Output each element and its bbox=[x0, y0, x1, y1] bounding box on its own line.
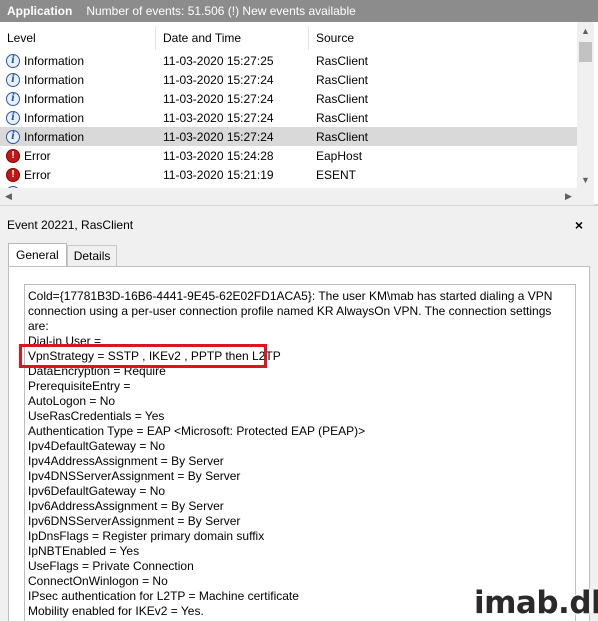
error-icon: ! bbox=[6, 167, 20, 182]
information-icon: i bbox=[6, 91, 20, 106]
row-date: 11-03-2020 15:27:24 bbox=[163, 72, 274, 87]
row-date: 11-03-2020 15:27:24 bbox=[163, 129, 274, 144]
row-source: ESENT bbox=[316, 167, 357, 182]
row-source: RasClient bbox=[316, 129, 369, 144]
scrollbar-corner bbox=[577, 188, 594, 205]
row-source: EapHost bbox=[316, 148, 363, 163]
row-level: ! Error bbox=[0, 167, 155, 182]
row-level: ! Error bbox=[0, 148, 155, 163]
detail-tabs: General Details bbox=[8, 243, 118, 267]
description-line: IpDnsFlags = Register primary domain suf… bbox=[28, 529, 265, 543]
description-line: Ipv4AddressAssignment = By Server bbox=[28, 454, 224, 468]
description-line: Authentication Type = EAP <Microsoft: Pr… bbox=[28, 424, 366, 438]
description-line: Ipv4DNSServerAssignment = By Server bbox=[28, 469, 241, 483]
pane-splitter[interactable] bbox=[0, 205, 598, 212]
row-source: RasClient bbox=[316, 72, 369, 87]
row-date: 11-03-2020 15:27:24 bbox=[163, 110, 274, 125]
scroll-down-icon[interactable]: ▼ bbox=[577, 171, 594, 188]
event-detail-title: Event 20221, RasClient bbox=[7, 218, 134, 232]
description-line: UseRasCredentials = Yes bbox=[28, 409, 165, 423]
row-level-label: Information bbox=[24, 129, 85, 144]
table-row[interactable]: i Information 11-03-2020 15:27:24 RasClient bbox=[0, 127, 577, 146]
general-tab-panel: Cold={17781B3D-16B6-4441-9E45-62E02FD1AC… bbox=[8, 266, 590, 621]
log-name: Application bbox=[7, 4, 73, 18]
description-line: connection using a per-user connection p… bbox=[28, 304, 552, 318]
event-detail-pane: Event 20221, RasClient × General Details… bbox=[0, 212, 598, 621]
row-level-label: Error bbox=[24, 167, 51, 182]
row-level-label: Information bbox=[24, 53, 85, 68]
table-row[interactable]: ! Error 11-03-2020 15:21:19 ESENT bbox=[0, 165, 577, 184]
scroll-left-icon[interactable]: ◀ bbox=[0, 188, 17, 205]
row-level-label: Information bbox=[24, 72, 85, 87]
table-row[interactable]: ! Error 11-03-2020 15:24:28 EapHost bbox=[0, 146, 577, 165]
description-line: PrerequisiteEntry = bbox=[28, 379, 131, 393]
information-icon: i bbox=[6, 72, 20, 87]
scroll-up-icon[interactable]: ▲ bbox=[577, 22, 594, 39]
column-header-date[interactable]: Date and Time bbox=[155, 26, 308, 50]
watermark-logo: imab.dk bbox=[474, 585, 598, 621]
scroll-right-icon[interactable]: ▶ bbox=[560, 188, 577, 205]
description-line: are: bbox=[28, 319, 49, 333]
table-row[interactable]: i Information 11-03-2020 15:27:24 RasClient bbox=[0, 70, 577, 89]
description-line: IpNBTEnabled = Yes bbox=[28, 544, 140, 558]
event-description[interactable]: Cold={17781B3D-16B6-4441-9E45-62E02FD1AC… bbox=[24, 284, 576, 621]
row-level-label: Error bbox=[24, 148, 51, 163]
description-line: Ipv6AddressAssignment = By Server bbox=[28, 499, 224, 513]
log-header-bar: Application Number of events: 51.506 (!)… bbox=[0, 0, 598, 22]
description-line: Ipv6DefaultGateway = No bbox=[28, 484, 166, 498]
information-icon: i bbox=[6, 110, 20, 125]
row-date: 11-03-2020 15:21:19 bbox=[163, 167, 274, 182]
row-date: 11-03-2020 15:24:28 bbox=[163, 148, 274, 163]
row-level-label: Information bbox=[24, 110, 85, 125]
information-icon: i bbox=[6, 129, 20, 144]
row-date: 11-03-2020 15:27:24 bbox=[163, 91, 274, 106]
row-level-label: Information bbox=[24, 91, 85, 106]
event-rows: i Information 11-03-2020 15:27:25 RasClient… bbox=[0, 51, 577, 184]
table-row[interactable]: i Information 11-03-2020 15:27:24 RasClient bbox=[0, 89, 577, 108]
description-line: AutoLogon = No bbox=[28, 394, 116, 408]
horizontal-scrollbar[interactable]: ◀ ▶ bbox=[0, 188, 577, 205]
event-list-header: Level Date and Time Source bbox=[0, 26, 577, 50]
tab-general[interactable]: General bbox=[8, 243, 67, 267]
description-line: UseFlags = Private Connection bbox=[28, 559, 194, 573]
row-level: i Information bbox=[0, 129, 155, 144]
description-line: Cold={17781B3D-16B6-4441-9E45-62E02FD1AC… bbox=[28, 289, 553, 303]
tab-details[interactable]: Details bbox=[66, 245, 118, 267]
close-icon[interactable]: × bbox=[571, 216, 587, 234]
information-icon: i bbox=[6, 53, 20, 68]
row-source: RasClient bbox=[316, 53, 369, 68]
row-source: RasClient bbox=[316, 91, 369, 106]
vpn-strategy-highlight bbox=[19, 344, 267, 368]
description-line: Ipv6DNSServerAssignment = By Server bbox=[28, 514, 241, 528]
scroll-thumb[interactable] bbox=[579, 42, 592, 62]
column-header-source[interactable]: Source bbox=[308, 26, 577, 50]
row-level: i Information bbox=[0, 53, 155, 68]
vertical-scrollbar[interactable]: ▲ ▼ bbox=[577, 22, 594, 188]
description-line: Ipv4DefaultGateway = No bbox=[28, 439, 166, 453]
row-level: i Information bbox=[0, 72, 155, 87]
error-icon: ! bbox=[6, 148, 20, 163]
row-source: RasClient bbox=[316, 110, 369, 125]
column-header-level[interactable]: Level bbox=[0, 26, 155, 50]
row-date: 11-03-2020 15:27:25 bbox=[163, 53, 274, 68]
row-level: i Information bbox=[0, 110, 155, 125]
table-row[interactable]: i Information 11-03-2020 15:27:24 RasClient bbox=[0, 108, 577, 127]
table-row[interactable]: i Information 11-03-2020 15:27:25 RasClient bbox=[0, 51, 577, 70]
event-count: Number of events: 51.506 (!) New events … bbox=[86, 4, 356, 18]
row-level: i Information bbox=[0, 91, 155, 106]
event-list: Level Date and Time Source i Information 1… bbox=[0, 22, 598, 205]
